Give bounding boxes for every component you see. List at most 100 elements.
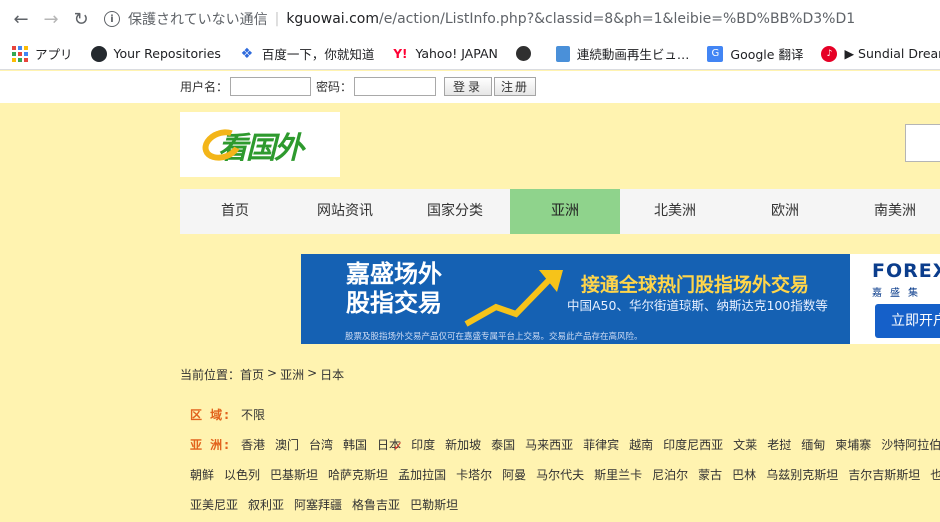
breadcrumb-separator: >: [267, 366, 278, 380]
country-option[interactable]: 缅甸: [801, 436, 825, 453]
selected-check-icon: ✓: [393, 439, 404, 453]
banner-title-line1: 嘉盛场外: [346, 260, 442, 288]
bookmark-video-viewer[interactable]: 連続動画再生ビュ…: [555, 44, 690, 63]
bookmark-yahoo-japan[interactable]: Y! Yahoo! JAPAN: [392, 46, 498, 62]
register-button[interactable]: 注册: [494, 77, 537, 96]
breadcrumb-asia[interactable]: 亚洲: [280, 366, 304, 383]
country-option[interactable]: 阿塞拜疆: [294, 496, 342, 513]
bookmark-label: 連続動画再生ビュ…: [576, 47, 690, 62]
breadcrumb-home[interactable]: 首页: [240, 366, 264, 383]
search-input[interactable]: [905, 124, 940, 162]
banner-title-line2: 股指交易: [346, 289, 442, 317]
nav-item-countries[interactable]: 国家分类: [400, 189, 510, 234]
reload-icon[interactable]: ↻: [66, 4, 96, 34]
yahoo-icon: Y!: [393, 46, 408, 61]
country-option[interactable]: 吉尔吉斯斯坦: [848, 466, 920, 483]
country-option[interactable]: 台湾: [309, 436, 333, 453]
country-option[interactable]: 印度: [411, 436, 435, 453]
bookmarks-bar: アプリ Your Repositories ❖ 百度一下，你就知道 Y! Yah…: [0, 38, 940, 70]
country-option[interactable]: 阿曼: [502, 466, 526, 483]
country-option[interactable]: 越南: [629, 436, 653, 453]
document-icon: [555, 45, 570, 62]
country-option[interactable]: 哈萨克斯坦: [328, 466, 388, 483]
country-option[interactable]: 老挝: [767, 436, 791, 453]
country-option[interactable]: 澳门: [275, 436, 299, 453]
country-option[interactable]: 叙利亚: [248, 496, 284, 513]
breadcrumb-separator: >: [307, 366, 318, 380]
country-option[interactable]: 韩国: [343, 436, 367, 453]
country-option[interactable]: 斯里兰卡: [594, 466, 642, 483]
country-option[interactable]: 巴基斯坦: [270, 466, 318, 483]
country-option[interactable]: 印度尼西亚: [663, 436, 723, 453]
country-option[interactable]: 以色列: [224, 466, 260, 483]
breadcrumb-prefix: 当前位置：: [180, 368, 241, 382]
country-option[interactable]: 巴勒斯坦: [410, 496, 458, 513]
bookmark-baidu[interactable]: ❖ 百度一下，你就知道: [239, 44, 375, 63]
bookmark-globe[interactable]: [515, 46, 538, 61]
region-filter: 区 域: 不限: [190, 406, 275, 423]
country-option[interactable]: 亚美尼亚: [190, 496, 238, 513]
country-option[interactable]: 也门: [930, 466, 940, 483]
region-option-any[interactable]: 不限: [241, 406, 265, 423]
country-option[interactable]: 菲律宾: [583, 436, 619, 453]
country-option[interactable]: 尼泊尔: [652, 466, 688, 483]
nav-item-home[interactable]: 首页: [180, 189, 290, 234]
country-option[interactable]: 卡塔尔: [456, 466, 492, 483]
country-option[interactable]: 日本 ✓: [377, 436, 404, 453]
apps-icon: [12, 45, 28, 62]
nav-item-europe[interactable]: 欧洲: [730, 189, 840, 234]
security-status: 保護されていない通信: [128, 12, 268, 28]
info-icon[interactable]: i: [104, 11, 120, 27]
bookmark-label: 百度一下，你就知道: [261, 47, 375, 62]
bookmark-label: アプリ: [35, 47, 73, 62]
banner-brand-panel: FOREX 嘉盛集 立即开户: [850, 254, 940, 344]
browser-toolbar: ← → ↻ i 保護されていない通信 | kguowai.com /e/acti…: [0, 0, 940, 38]
country-filter-row-2: 朝鲜 以色列 巴基斯坦 哈萨克斯坦 孟加拉国 卡塔尔 阿曼 马尔代夫 斯里兰卡 尼泊尔 蒙古 巴林 乌兹…: [190, 466, 940, 483]
country-option[interactable]: 沙特阿拉伯: [881, 436, 940, 453]
bookmark-your-repositories[interactable]: Your Repositories: [90, 45, 221, 62]
country-option[interactable]: 文莱: [733, 436, 757, 453]
country-option[interactable]: 孟加拉国: [398, 466, 446, 483]
url-bar[interactable]: i 保護されていない通信 | kguowai.com /e/action/Lis…: [104, 4, 855, 34]
country-option[interactable]: 香港: [241, 436, 265, 453]
country-filter-row-1: 亚 洲: 香港 澳门 台湾 韩国 日本 ✓ 印度 新加坡 泰国 马来西亚 菲律宾 越南 印度尼西亚 文莱老…: [190, 436, 940, 453]
country-option[interactable]: 新加坡: [445, 436, 481, 453]
bookmark-label: Yahoo! JAPAN: [415, 46, 498, 61]
back-arrow-icon[interactable]: ←: [6, 4, 36, 34]
country-option[interactable]: 柬埔寨: [835, 436, 871, 453]
forward-arrow-icon[interactable]: →: [36, 4, 66, 34]
nav-item-south-america[interactable]: 南美洲: [840, 189, 940, 234]
nav-item-asia[interactable]: 亚洲: [510, 189, 620, 234]
username-input[interactable]: [230, 77, 312, 96]
country-option[interactable]: 乌兹别克斯坦: [766, 466, 838, 483]
google-translate-icon: G: [707, 45, 724, 62]
banner-disclaimer: 股票及股指场外交易产品仅可在嘉盛专属平台上交易。交易此产品存在高风险。: [345, 332, 643, 342]
country-option[interactable]: 巴林: [732, 466, 756, 483]
bookmark-sundial-dreams[interactable]: ♪ ▶ Sundial Dreams: [821, 45, 940, 62]
breadcrumb-japan[interactable]: 日本: [320, 366, 344, 383]
music-icon: ♪: [821, 45, 838, 62]
region-label: 区 域:: [190, 408, 231, 422]
bookmark-label: Your Repositories: [113, 46, 221, 61]
login-button[interactable]: 登录: [444, 77, 493, 96]
growth-arrow-icon: [464, 270, 563, 327]
site-logo[interactable]: 看国外: [180, 112, 340, 177]
country-option[interactable]: 泰国: [491, 436, 515, 453]
bookmark-google-translate[interactable]: G Google 翻译: [707, 44, 803, 63]
country-option[interactable]: 蒙古: [698, 466, 722, 483]
nav-item-north-america[interactable]: 北美洲: [620, 189, 730, 234]
url-separator: |: [274, 11, 280, 27]
country-option[interactable]: 朝鲜: [190, 466, 214, 483]
nav-item-news[interactable]: 网站资讯: [290, 189, 400, 234]
country-option[interactable]: 格鲁吉亚: [352, 496, 400, 513]
country-label: 亚 洲:: [190, 438, 231, 452]
password-input[interactable]: [354, 77, 437, 96]
bookmark-apps[interactable]: アプリ: [12, 44, 73, 63]
main-nav: 首页 网站资讯 国家分类 亚洲 北美洲 欧洲 南美洲: [180, 189, 940, 234]
url-host: kguowai.com: [286, 11, 380, 27]
banner-ad[interactable]: 嘉盛场外 股指交易 接通全球热门股指场外交易 中国A50、华尔街道琼斯、纳斯达克…: [301, 254, 940, 344]
country-option[interactable]: 马尔代夫: [536, 466, 584, 483]
country-option[interactable]: 马来西亚: [525, 436, 573, 453]
open-account-button[interactable]: 立即开户: [875, 304, 940, 338]
password-label: 密码：: [316, 80, 353, 94]
